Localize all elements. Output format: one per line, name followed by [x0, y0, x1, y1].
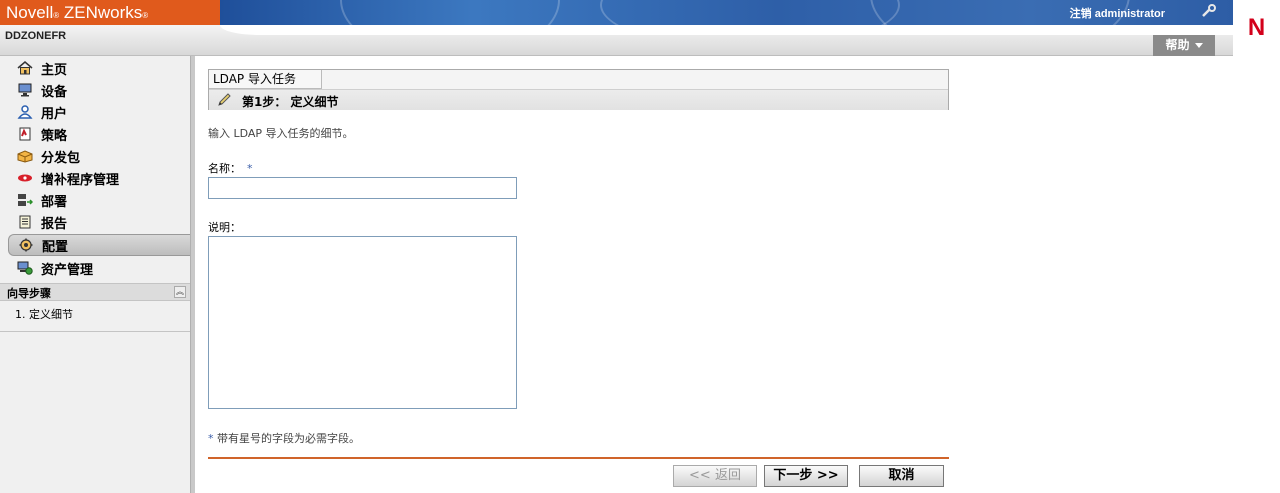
- sidebar-item-asset-management[interactable]: 资产管理: [8, 257, 190, 279]
- required-note-marker: *: [208, 432, 214, 445]
- name-input[interactable]: [208, 177, 517, 199]
- cancel-button[interactable]: 取消: [859, 465, 944, 487]
- zone-name: DDZONEFR: [5, 30, 67, 42]
- brand-registered-mark: ®: [53, 11, 60, 20]
- pencil-icon: [217, 93, 233, 107]
- help-label: 帮助: [1165, 38, 1190, 52]
- sidebar-item-reports[interactable]: 报告: [8, 211, 190, 233]
- chevron-down-icon: [1194, 43, 1203, 48]
- brand-name: Novell: [6, 3, 54, 22]
- sidebar-item-home[interactable]: 主页: [8, 57, 190, 79]
- deploy-icon: [16, 192, 34, 208]
- sidebar-item-bundles[interactable]: 分发包: [8, 145, 190, 167]
- required-marker: *: [247, 162, 253, 175]
- sidebar-item-label: 用户: [41, 106, 68, 122]
- product-brand: Novell® ZENworks®: [0, 0, 220, 25]
- sidebar-item-patch-management[interactable]: 增补程序管理: [8, 167, 190, 189]
- sidebar: 主页 设备 用户 策略 分发包 增补程序管理 部署 报告 配置 资产管理 向导步…: [0, 56, 190, 493]
- sidebar-item-configuration[interactable]: 配置: [8, 234, 190, 256]
- user-icon: [16, 104, 34, 120]
- monitor-icon: [16, 82, 34, 98]
- wizard-steps-title: 向导步骤: [7, 287, 51, 300]
- wizard-steps-header: 向导步骤 ︽: [0, 283, 190, 301]
- home-icon: [16, 60, 34, 76]
- sidebar-item-devices[interactable]: 设备: [8, 79, 190, 101]
- back-button[interactable]: << 返回: [673, 465, 757, 487]
- asset-icon: [16, 260, 34, 276]
- sidebar-item-label: 设备: [41, 84, 68, 100]
- zone-bar: DDZONEFR 帮助: [0, 25, 1233, 56]
- product-registered-mark: ®: [142, 11, 149, 20]
- zone-curve-decoration: [220, 25, 1233, 35]
- top-header: Novell® ZENworks® 注销 administrator DDZON…: [0, 0, 1280, 56]
- task-header-panel: LDAP 导入任务 第1步： 定义细节: [208, 69, 949, 110]
- collapse-up-icon[interactable]: ︽: [174, 286, 186, 298]
- task-title: LDAP 导入任务: [209, 70, 322, 89]
- config-icon: [17, 237, 35, 253]
- product-name: ZENworks: [63, 3, 143, 22]
- sidebar-item-label: 分发包: [41, 150, 81, 166]
- name-label-text: 名称：: [208, 162, 241, 175]
- tools-icon[interactable]: [1201, 4, 1217, 18]
- sidebar-item-label: 资产管理: [41, 262, 94, 278]
- next-button[interactable]: 下一步 >>: [764, 465, 848, 487]
- wizard-divider: [0, 331, 190, 332]
- sidebar-item-label: 配置: [42, 239, 69, 255]
- step-label: 第1步： 定义细节: [242, 95, 339, 109]
- name-field-label: 名称： *: [208, 160, 253, 176]
- sidebar-item-label: 报告: [41, 216, 68, 232]
- sidebar-item-label: 策略: [41, 128, 68, 144]
- sidebar-item-label: 增补程序管理: [41, 172, 120, 188]
- sidebar-splitter[interactable]: [190, 56, 195, 493]
- help-menu-button[interactable]: 帮助: [1153, 35, 1215, 56]
- sidebar-item-policies[interactable]: 策略: [8, 123, 190, 145]
- footer-divider: [208, 457, 949, 459]
- header-banner: 注销 administrator: [220, 0, 1233, 25]
- logout-link[interactable]: 注销 administrator: [1070, 5, 1165, 21]
- sidebar-item-label: 主页: [41, 62, 68, 78]
- required-note-text: 带有星号的字段为必需字段。: [217, 432, 360, 445]
- sidebar-item-label: 部署: [41, 194, 68, 210]
- report-icon: [16, 214, 34, 230]
- sidebar-item-users[interactable]: 用户: [8, 101, 190, 123]
- wizard-step-item[interactable]: 1. 定义细节: [15, 306, 73, 322]
- description-textarea[interactable]: [208, 236, 517, 409]
- bundle-icon: [16, 148, 34, 164]
- step-row: 第1步： 定义细节: [209, 89, 948, 110]
- required-fields-note: * 带有星号的字段为必需字段。: [208, 430, 360, 446]
- novell-logo: N: [1233, 0, 1280, 56]
- sidebar-item-deployment[interactable]: 部署: [8, 189, 190, 211]
- policy-icon: [16, 126, 34, 142]
- intro-text: 输入 LDAP 导入任务的细节。: [208, 127, 354, 140]
- description-field-label: 说明：: [208, 221, 241, 234]
- patch-icon: [16, 170, 34, 186]
